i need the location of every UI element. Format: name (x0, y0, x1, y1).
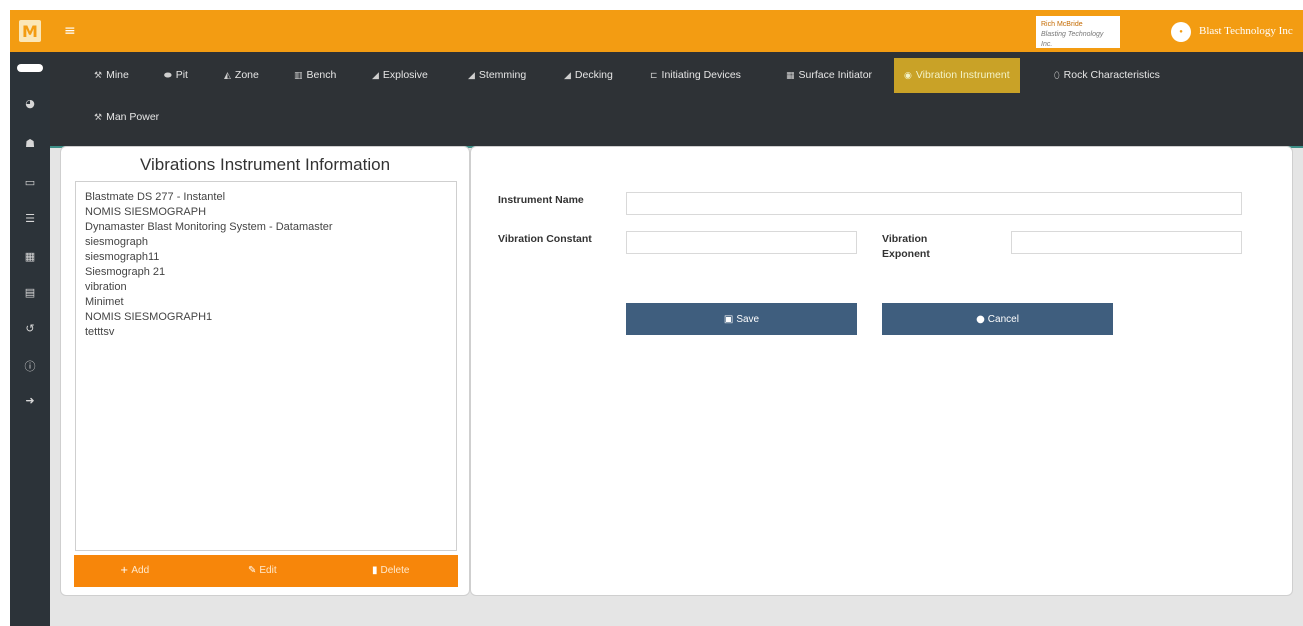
explosive-icon: ◢ (372, 71, 379, 81)
nav-item-initiating-devices[interactable]: ⊏ Initiating Devices (650, 62, 741, 88)
nav-item-man-power[interactable]: ⚒ Man Power (94, 104, 159, 130)
list-item[interactable]: siesmograph11 (85, 250, 447, 265)
instrument-list-panel: Vibrations Instrument Information Blastm… (60, 146, 470, 596)
vibration-icon: ◉ (904, 71, 912, 81)
man-power-icon: ⚒ (94, 113, 103, 123)
instrument-form-panel: Instrument Name Vibration Constant Vibra… (470, 146, 1293, 596)
logout-icon[interactable]: ➜ (10, 394, 50, 407)
vibration-exponent-input[interactable] (1011, 231, 1242, 254)
surface-initiator-icon: ▦ (786, 71, 795, 81)
nav-label: Zone (234, 69, 259, 81)
instrument-name-label: Instrument Name (498, 194, 584, 206)
list-item[interactable]: siesmograph (85, 235, 447, 250)
list-item[interactable]: vibration (85, 280, 447, 295)
info-icon[interactable]: ⓘ (10, 358, 50, 374)
vibration-exponent-label-line1: Vibration (882, 233, 928, 245)
instrument-list[interactable]: Blastmate DS 277 - Instantel NOMIS SIESM… (75, 181, 457, 551)
zone-icon: ◭ (224, 71, 231, 81)
cancel-button[interactable]: ● Cancel (882, 303, 1113, 335)
add-button[interactable]: + Add (120, 555, 149, 587)
save-label: Save (736, 313, 760, 325)
user-company: Blasting Technology Inc. (1041, 31, 1104, 48)
entity-nav-bar: ⚒ Mine ⬬ Pit ◭ Zone ▥ Bench ◢ Explosive ◢ Stem… (50, 52, 1303, 146)
nav-item-mine[interactable]: ⚒ Mine (94, 62, 129, 88)
nav-label: Decking (574, 69, 613, 81)
nav-item-rock-characteristics[interactable]: ⬯ Rock Characteristics (1054, 62, 1160, 88)
edit-button[interactable]: ✎ Edit (248, 555, 277, 587)
nav-item-zone[interactable]: ◭ Zone (224, 62, 259, 88)
save-button[interactable]: ▣ Save (626, 303, 857, 335)
stemming-icon: ◢ (468, 71, 475, 81)
vibration-exponent-label-line2: Exponent (882, 248, 930, 260)
pit-icon: ⬬ (164, 71, 172, 81)
decking-icon: ◢ (564, 71, 571, 81)
app-logo[interactable]: M (10, 10, 50, 52)
panel-title: Vibrations Instrument Information (139, 155, 391, 174)
add-label: Add (131, 565, 150, 576)
edit-label: Edit (259, 565, 277, 576)
list-item[interactable]: Blastmate DS 277 - Instantel (85, 190, 447, 205)
bench-icon: ▥ (294, 71, 303, 81)
nav-label: Pit (175, 69, 188, 81)
menu-toggle-icon[interactable]: ≡ (64, 23, 76, 39)
nav-item-surface-initiator[interactable]: ▦ Surface Initiator (786, 62, 872, 88)
delete-label: Delete (380, 565, 410, 576)
database-icon[interactable]: ☰ (10, 212, 50, 225)
nav-item-vibration-instrument[interactable]: ◉ Vibration Instrument (894, 58, 1020, 93)
vibration-exponent-label: Vibration Exponent (882, 232, 930, 262)
grid-icon[interactable]: ▦ (10, 250, 50, 263)
nav-label: Rock Characteristics (1063, 69, 1160, 81)
nav-label: Vibration Instrument (915, 69, 1010, 81)
vibration-constant-input[interactable] (626, 231, 857, 254)
nav-item-stemming[interactable]: ◢ Stemming (468, 62, 526, 88)
nav-label: Man Power (106, 111, 160, 123)
user-card[interactable]: Rich McBride Blasting Technology Inc. (1036, 16, 1120, 48)
id-card-icon[interactable]: ▤ (10, 286, 50, 299)
toggle-pill-icon[interactable] (10, 64, 50, 72)
vibration-constant-label: Vibration Constant (498, 233, 592, 245)
user-name: Rich McBride (1041, 21, 1083, 28)
list-item[interactable]: Dynamaster Blast Monitoring System - Dat… (85, 220, 447, 235)
nav-item-explosive[interactable]: ◢ Explosive (372, 62, 428, 88)
users-icon[interactable]: ☗ (10, 137, 50, 150)
top-bar: M ≡ Rich McBride Blasting Technology Inc… (10, 10, 1303, 52)
edit-icon: ✎ (248, 565, 257, 576)
initiating-devices-icon: ⊏ (650, 71, 658, 81)
nav-label: Mine (106, 69, 129, 81)
rock-icon: ⬯ (1054, 71, 1060, 81)
save-icon: ▣ (723, 313, 734, 325)
list-item[interactable]: Siesmograph 21 (85, 265, 447, 280)
list-item[interactable]: NOMIS SIESMOGRAPH (85, 205, 447, 220)
delete-button[interactable]: ▮ Delete (372, 555, 409, 587)
nav-item-decking[interactable]: ◢ Decking (564, 62, 613, 88)
plus-icon: + (120, 565, 129, 576)
folder-icon[interactable]: ▭ (10, 176, 50, 189)
company-avatar-icon[interactable]: ● (1171, 22, 1191, 42)
nav-item-bench[interactable]: ▥ Bench (294, 62, 336, 88)
instrument-name-input[interactable] (626, 192, 1242, 215)
dashboard-icon[interactable]: ◕ (10, 97, 50, 110)
list-item[interactable]: Minimet (85, 295, 447, 310)
nav-label: Initiating Devices (661, 69, 741, 81)
list-action-bar: + Add ✎ Edit ▮ Delete (74, 555, 458, 587)
company-name[interactable]: Blast Technology Inc (1199, 25, 1303, 37)
cancel-label: Cancel (987, 313, 1019, 325)
nav-label: Surface Initiator (798, 69, 873, 81)
nav-label: Bench (306, 69, 337, 81)
nav-label: Stemming (478, 69, 527, 81)
cancel-icon: ● (976, 313, 985, 325)
nav-item-pit[interactable]: ⬬ Pit (164, 62, 188, 88)
mine-icon: ⚒ (94, 71, 103, 81)
list-item[interactable]: tetttsv (85, 325, 447, 340)
sidebar: ◕ ☗ ▭ ☰ ▦ ▤ ↺ ⓘ ➜ (10, 52, 50, 626)
history-icon[interactable]: ↺ (10, 322, 50, 335)
list-item[interactable]: NOMIS SIESMOGRAPH1 (85, 310, 447, 325)
logo-icon: M (19, 20, 41, 42)
nav-label: Explosive (382, 69, 428, 81)
trash-icon: ▮ (372, 565, 378, 576)
